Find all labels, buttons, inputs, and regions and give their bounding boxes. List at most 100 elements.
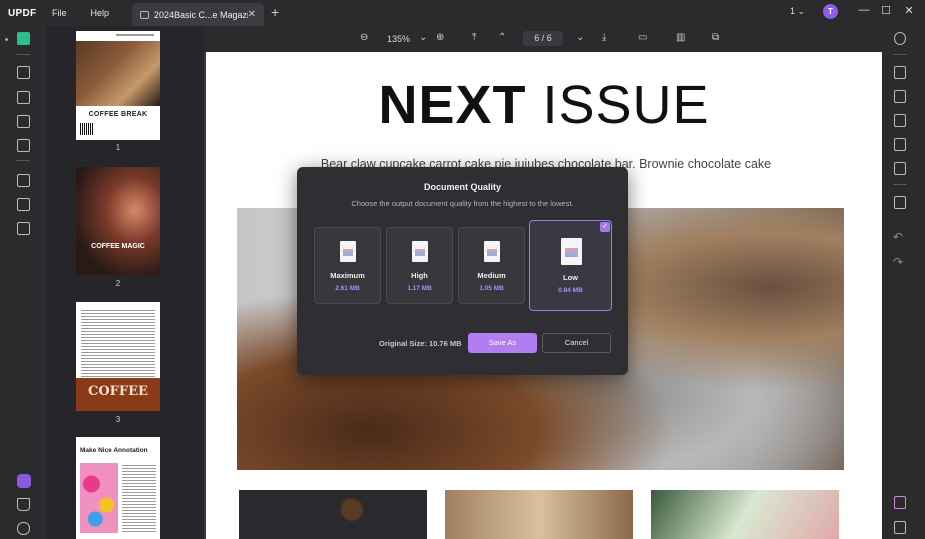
page-thumbnail-4[interactable]: Make Nice Annotation xyxy=(76,437,160,539)
option-size: 1.05 MB xyxy=(479,285,504,292)
redo-icon[interactable]: ↷ xyxy=(893,255,903,269)
app-window: UPDF File Help 2024Basic C...e Magazine_… xyxy=(0,0,925,539)
option-size: 2.61 MB xyxy=(335,285,360,292)
edit-icon[interactable] xyxy=(17,91,30,104)
option-size: 1.17 MB xyxy=(407,285,432,292)
coffee-beans-image xyxy=(239,490,427,539)
last-page-icon[interactable]: ⤓ xyxy=(602,32,606,43)
quality-option-medium[interactable]: Medium 1.05 MB xyxy=(458,227,525,304)
compress-icon[interactable] xyxy=(894,114,906,127)
cover-photo xyxy=(76,41,160,106)
rail-divider xyxy=(16,160,30,161)
latte-image xyxy=(445,490,633,539)
crop-icon[interactable] xyxy=(17,198,30,211)
save-icon[interactable] xyxy=(894,196,906,209)
first-page-icon[interactable]: ⤒ xyxy=(472,32,476,43)
share-icon[interactable] xyxy=(894,138,906,151)
menu-help[interactable]: Help xyxy=(79,8,122,18)
convert-icon[interactable] xyxy=(894,90,906,103)
zoom-out-icon[interactable]: ⊖ xyxy=(360,32,368,43)
next-page-icon[interactable]: ⌄ xyxy=(576,32,584,43)
thumbnail-title: Make Nice Annotation xyxy=(80,447,148,454)
form-icon[interactable] xyxy=(17,115,30,128)
menu-file[interactable]: File xyxy=(40,8,79,18)
organize-pages-icon[interactable] xyxy=(17,174,30,187)
comment-icon[interactable] xyxy=(17,66,30,79)
attachment-icon[interactable] xyxy=(17,522,30,535)
presentation-icon[interactable]: ▭ xyxy=(638,32,647,43)
tab-label: 2024Basic C...e Magazine_ xyxy=(154,9,248,20)
close-window-button[interactable]: ✕ xyxy=(901,4,917,17)
dialog-title: Document Quality xyxy=(423,182,501,192)
zoom-in-icon[interactable]: ⊕ xyxy=(436,32,444,43)
ocr-icon[interactable] xyxy=(894,66,906,79)
window-count-dropdown[interactable]: 1 ⌄ xyxy=(790,6,805,17)
page-layout-icon[interactable]: ▥ xyxy=(676,32,685,43)
heading-bold: NEXT xyxy=(378,75,527,135)
thumbnail-page-number: 2 xyxy=(115,279,121,288)
heading-light: ISSUE xyxy=(526,75,710,135)
undo-icon[interactable]: ↶ xyxy=(893,230,903,244)
barcode xyxy=(80,123,94,135)
avatar[interactable]: T xyxy=(823,4,838,19)
email-icon[interactable] xyxy=(894,162,906,175)
document-icon xyxy=(483,241,500,262)
comments-panel-icon[interactable] xyxy=(894,521,906,534)
new-tab-button[interactable]: + xyxy=(271,4,279,20)
view-toolbar: ⊖ 135% ⌄ ⊕ ⤒ ⌃ 6 / 6 ⌄ ⤓ ▭ ▥ ⧉ xyxy=(204,26,882,52)
thumbnail-title: COFFEE MAGIC xyxy=(91,243,145,250)
original-size-label: Original Size: 10.76 MB xyxy=(379,339,462,348)
page-thumbnail-1[interactable]: COFFEE BREAK xyxy=(76,31,160,140)
page-number-input[interactable]: 6 / 6 xyxy=(523,31,563,46)
option-name: Low xyxy=(563,273,578,282)
cover-photo xyxy=(76,167,160,275)
left-tool-rail xyxy=(0,26,46,539)
text-columns xyxy=(122,465,156,533)
text-columns xyxy=(81,310,155,378)
page-thumbnail-2[interactable]: COFFEE MAGIC xyxy=(76,167,160,275)
document-tab[interactable]: 2024Basic C...e Magazine_ ✕ xyxy=(132,3,264,26)
app-logo: UPDF xyxy=(8,7,37,19)
compare-icon[interactable]: ⧉ xyxy=(712,32,719,43)
thumbnail-title: COFFEE xyxy=(88,384,148,399)
cancel-button[interactable]: Cancel xyxy=(542,333,611,353)
previous-page-icon[interactable]: ⌃ xyxy=(498,32,506,43)
thumbnail-title: COFFEE BREAK xyxy=(88,111,148,118)
right-tool-rail: ↶ ↷ xyxy=(882,26,925,539)
ai-assistant-icon[interactable] xyxy=(17,474,31,488)
quality-option-low[interactable]: ✓ Low 0.84 MB xyxy=(529,220,612,311)
search-icon[interactable] xyxy=(894,32,906,45)
document-icon xyxy=(411,241,428,262)
zoom-level[interactable]: 135% xyxy=(387,34,410,44)
layers-icon[interactable] xyxy=(17,222,30,235)
page-thumbnail-3[interactable]: COFFEE xyxy=(76,302,160,411)
rail-divider xyxy=(893,184,907,185)
document-quality-dialog: Document Quality Choose the output docum… xyxy=(297,167,628,375)
protect-icon[interactable] xyxy=(17,139,30,152)
option-name: Medium xyxy=(477,271,506,280)
rail-divider xyxy=(16,54,30,55)
rail-divider xyxy=(893,54,907,55)
document-icon xyxy=(560,238,582,265)
bookmark-icon[interactable] xyxy=(17,498,30,511)
save-as-button[interactable]: Save As xyxy=(468,333,537,353)
quality-option-maximum[interactable]: Maximum 2.61 MB xyxy=(314,227,381,304)
ai-chat-icon[interactable] xyxy=(894,496,906,509)
reader-mode-icon[interactable] xyxy=(17,32,30,45)
maximize-button[interactable]: ☐ xyxy=(878,4,894,17)
close-tab-icon[interactable]: ✕ xyxy=(248,9,256,20)
plant-image xyxy=(651,490,839,539)
document-icon xyxy=(339,241,356,262)
zoom-in-dropdown-icon[interactable]: ⌄ xyxy=(419,32,427,43)
option-size: 0.84 MB xyxy=(558,287,583,294)
thumbnail-page-number: 3 xyxy=(115,415,121,424)
option-name: High xyxy=(411,271,428,280)
rail-indicator xyxy=(5,38,8,41)
thumbnail-panel: COFFEE BREAK 1 COFFEE MAGIC 2 COFFEE 3 M… xyxy=(46,26,204,539)
option-name: Maximum xyxy=(330,271,365,280)
quality-option-high[interactable]: High 1.17 MB xyxy=(386,227,453,304)
document-icon xyxy=(140,10,149,19)
page-heading: NEXT ISSUE xyxy=(206,74,882,136)
window-count-label: 1 xyxy=(790,6,796,16)
minimize-button[interactable]: — xyxy=(856,4,872,16)
